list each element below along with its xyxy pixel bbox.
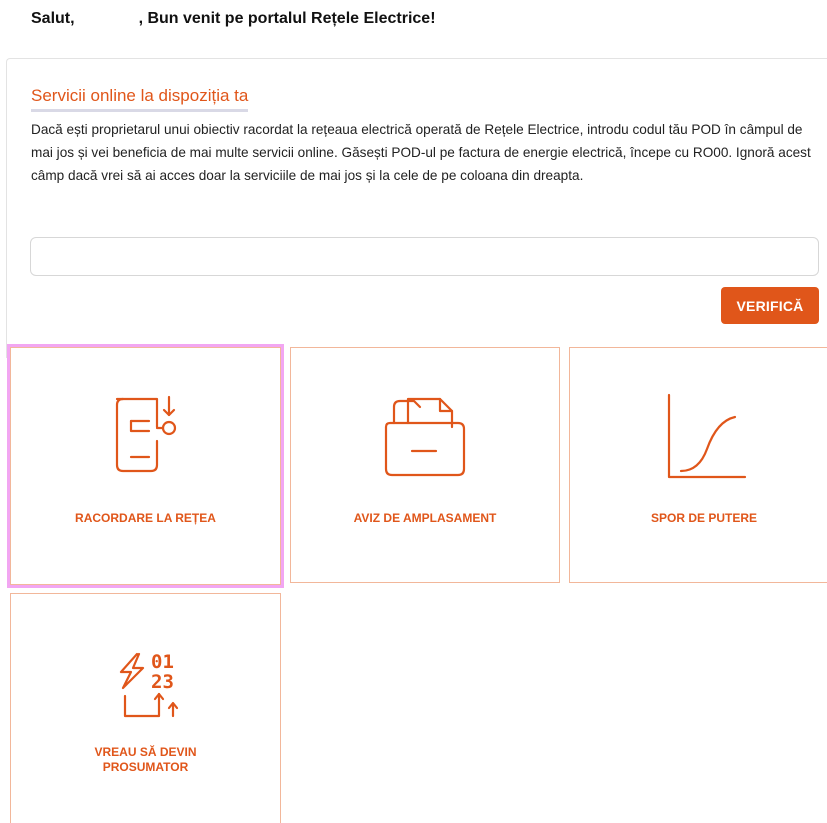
folder-document-icon <box>291 393 559 479</box>
service-card-label: VREAU SĂ DEVIN PROSUMATOR <box>94 745 197 774</box>
service-card-label: SPOR DE PUTERE <box>650 511 758 525</box>
intro-text: Dacă ești proprietarul unui obiectiv rac… <box>31 122 811 183</box>
service-card-racordare[interactable]: RACORDARE LA REȚEA <box>7 344 284 588</box>
pod-input[interactable] <box>30 237 819 276</box>
service-card-prosumator[interactable]: 01 23 VREAU SĂ DEVIN PROSUMATOR <box>10 593 281 823</box>
service-card-label: RACORDARE LA REȚEA <box>75 511 216 525</box>
service-card-aviz[interactable]: AVIZ DE AMPLASAMENT <box>290 347 560 583</box>
verify-button[interactable]: VERIFICĂ <box>721 287 819 324</box>
prosumer-energy-icon: 01 23 <box>11 644 280 730</box>
prosumer-digits-top: 01 <box>151 651 174 673</box>
greeting-suffix: , Bun venit pe portalul Rețele Electrice… <box>138 10 436 27</box>
service-card-spor[interactable]: SPOR DE PUTERE <box>569 347 827 583</box>
welcome-greeting: Salut, , Bun venit pe portalul Rețele Ele… <box>31 10 436 28</box>
growth-curve-icon <box>570 393 827 483</box>
prosumer-digits-bottom: 23 <box>151 671 174 693</box>
document-connection-icon <box>11 393 280 479</box>
service-card-label: AVIZ DE AMPLASAMENT <box>353 511 497 525</box>
greeting-prefix: Salut, <box>31 10 75 27</box>
section-title: Servicii online la dispoziția ta <box>31 86 249 112</box>
